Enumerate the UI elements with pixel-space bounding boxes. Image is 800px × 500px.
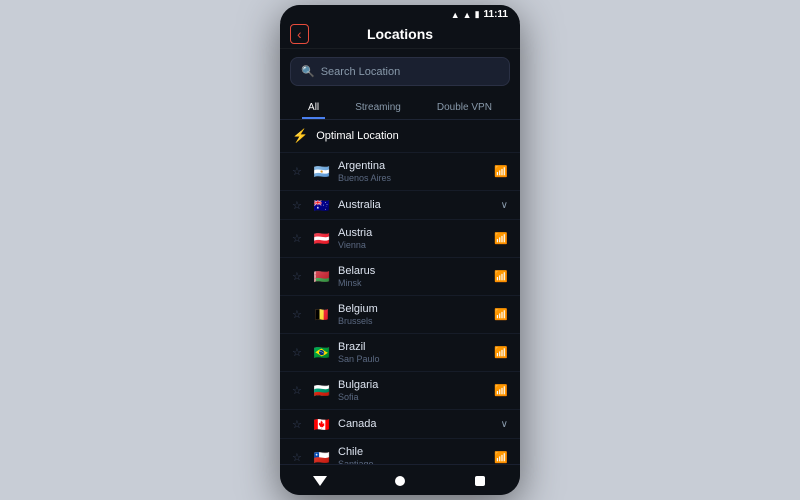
nav-back-button[interactable] xyxy=(310,471,330,491)
search-bar[interactable]: 🔍 Search Location xyxy=(290,57,510,86)
country-name: Brazil xyxy=(338,341,488,353)
country-name: Chile xyxy=(338,446,488,458)
country-name: Bulgaria xyxy=(338,379,488,391)
signal-strength-icon: 📶 xyxy=(494,308,508,321)
country-name: Belarus xyxy=(338,265,488,277)
country-info: Brazil San Paulo xyxy=(338,341,488,364)
country-info: Australia xyxy=(338,199,495,212)
country-flag: 🇨🇦 xyxy=(312,417,332,431)
list-item[interactable]: ☆ 🇧🇪 Belgium Brussels 📶 xyxy=(280,296,520,334)
wifi-icon: ▲ xyxy=(463,10,472,20)
city-name: Buenos Aires xyxy=(338,173,488,183)
list-item[interactable]: ☆ 🇨🇦 Canada ∨ xyxy=(280,410,520,439)
country-info: Chile Santiago xyxy=(338,446,488,464)
locations-list: ⚡ Optimal Location ☆ 🇦🇷 Argentina Buenos… xyxy=(280,120,520,464)
country-flag: 🇦🇺 xyxy=(312,198,332,212)
country-flag: 🇧🇪 xyxy=(312,308,332,322)
country-flag: 🇧🇷 xyxy=(312,346,332,360)
page-title: Locations xyxy=(290,26,510,42)
list-item[interactable]: ☆ 🇦🇹 Austria Vienna 📶 xyxy=(280,220,520,258)
star-icon[interactable]: ☆ xyxy=(292,165,306,178)
tab-streaming[interactable]: Streaming xyxy=(349,98,407,119)
expand-icon: ∨ xyxy=(501,419,508,430)
country-info: Canada xyxy=(338,418,495,431)
country-name: Australia xyxy=(338,199,495,211)
country-info: Argentina Buenos Aires xyxy=(338,160,488,183)
country-flag: 🇧🇾 xyxy=(312,270,332,284)
signal-strength-icon: 📶 xyxy=(494,451,508,464)
status-bar: ▲ ▲ ▮ 11:11 xyxy=(280,5,520,22)
list-item[interactable]: ☆ 🇦🇷 Argentina Buenos Aires 📶 xyxy=(280,153,520,191)
list-item[interactable]: ☆ 🇨🇱 Chile Santiago 📶 xyxy=(280,439,520,464)
phone-container: ▲ ▲ ▮ 11:11 ‹ Locations 🔍 Search Locatio… xyxy=(280,5,520,495)
country-name: Argentina xyxy=(338,160,488,172)
bottom-nav xyxy=(280,464,520,495)
star-icon[interactable]: ☆ xyxy=(292,232,306,245)
star-icon[interactable]: ☆ xyxy=(292,270,306,283)
list-item[interactable]: ☆ 🇧🇾 Belarus Minsk 📶 xyxy=(280,258,520,296)
country-info: Bulgaria Sofia xyxy=(338,379,488,402)
star-icon[interactable]: ☆ xyxy=(292,308,306,321)
country-name: Belgium xyxy=(338,303,488,315)
country-info: Belarus Minsk xyxy=(338,265,488,288)
country-flag: 🇦🇷 xyxy=(312,165,332,179)
list-item[interactable]: ☆ 🇧🇬 Bulgaria Sofia 📶 xyxy=(280,372,520,410)
city-name: San Paulo xyxy=(338,354,488,364)
signal-icon: ▲ xyxy=(451,10,460,20)
signal-strength-icon: 📶 xyxy=(494,270,508,283)
search-placeholder: Search Location xyxy=(321,66,401,78)
city-name: Sofia xyxy=(338,392,488,402)
signal-strength-icon: 📶 xyxy=(494,165,508,178)
country-info: Austria Vienna xyxy=(338,227,488,250)
expand-icon: ∨ xyxy=(501,200,508,211)
signal-strength-icon: 📶 xyxy=(494,384,508,397)
star-icon[interactable]: ☆ xyxy=(292,384,306,397)
list-item[interactable]: ☆ 🇧🇷 Brazil San Paulo 📶 xyxy=(280,334,520,372)
tabs-container: All Streaming Double VPN xyxy=(280,94,520,120)
star-icon[interactable]: ☆ xyxy=(292,451,306,464)
lightning-icon: ⚡ xyxy=(292,128,308,144)
status-icons: ▲ ▲ ▮ xyxy=(451,9,480,20)
tab-double-vpn[interactable]: Double VPN xyxy=(431,98,498,119)
signal-strength-icon: 📶 xyxy=(494,232,508,245)
star-icon[interactable]: ☆ xyxy=(292,418,306,431)
country-name: Austria xyxy=(338,227,488,239)
optimal-location-row[interactable]: ⚡ Optimal Location xyxy=(280,120,520,153)
back-button[interactable]: ‹ xyxy=(290,24,309,44)
country-flag: 🇧🇬 xyxy=(312,384,332,398)
nav-recent-button[interactable] xyxy=(470,471,490,491)
country-info: Belgium Brussels xyxy=(338,303,488,326)
city-name: Minsk xyxy=(338,278,488,288)
country-flag: 🇨🇱 xyxy=(312,451,332,465)
list-item[interactable]: ☆ 🇦🇺 Australia ∨ xyxy=(280,191,520,220)
header: ‹ Locations xyxy=(280,22,520,49)
battery-icon: ▮ xyxy=(475,9,480,20)
city-name: Brussels xyxy=(338,316,488,326)
search-icon: 🔍 xyxy=(301,65,315,78)
signal-strength-icon: 📶 xyxy=(494,346,508,359)
country-flag: 🇦🇹 xyxy=(312,232,332,246)
tab-all[interactable]: All xyxy=(302,98,325,119)
city-name: Vienna xyxy=(338,240,488,250)
nav-home-button[interactable] xyxy=(390,471,410,491)
star-icon[interactable]: ☆ xyxy=(292,199,306,212)
star-icon[interactable]: ☆ xyxy=(292,346,306,359)
status-time: 11:11 xyxy=(484,9,508,20)
country-name: Canada xyxy=(338,418,495,430)
optimal-location-label: Optimal Location xyxy=(316,130,399,142)
